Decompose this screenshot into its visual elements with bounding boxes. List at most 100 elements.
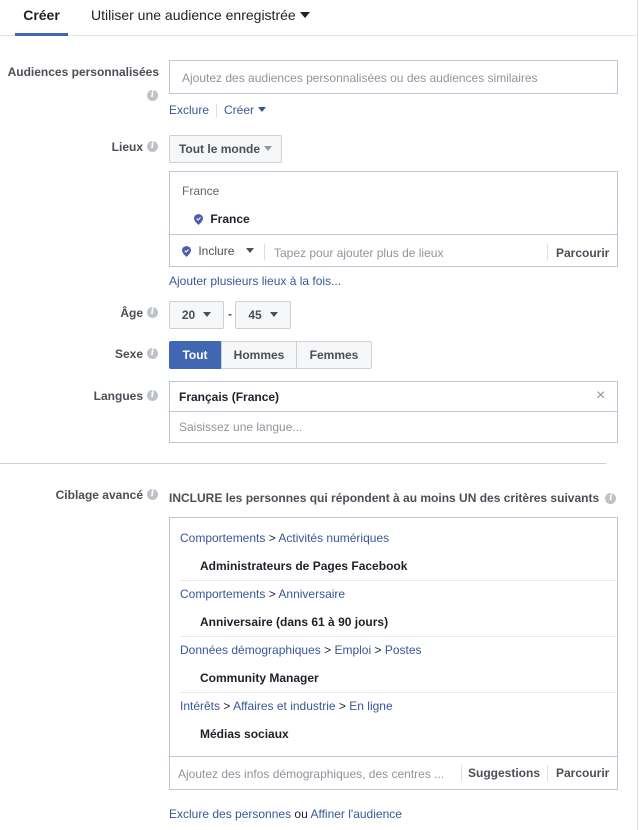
panel-right-border (637, 0, 638, 830)
caret-down-icon (203, 311, 212, 317)
path-separator: > (223, 699, 231, 713)
custom-audiences-actions: Exclure Créer (169, 103, 267, 118)
info-icon[interactable]: i (147, 489, 158, 500)
caret-down-icon (299, 11, 310, 18)
include-text: les personnes qui répondent à au moins U… (222, 491, 600, 505)
tab-saved-audience-label: Utiliser une audience enregistrée (91, 7, 296, 23)
gender-option-women[interactable]: Femmes (296, 341, 372, 369)
include-exclude-dropdown[interactable]: Inclure (182, 244, 254, 258)
info-icon[interactable]: i (147, 307, 158, 318)
age-max-dropdown[interactable]: 45 (235, 301, 291, 329)
criterion-divider (180, 580, 617, 581)
criterion-divider (180, 692, 617, 693)
selected-location-name: France (210, 212, 250, 226)
detailed-targeting-search-input[interactable]: Ajoutez des infos démographiques, des ce… (178, 767, 444, 781)
selected-location: France (194, 212, 250, 226)
info-icon[interactable]: i (147, 90, 158, 101)
criterion-path: Comportements > Anniversaire (180, 587, 345, 601)
criterion-path-link[interactable]: Affaires et industrie (233, 699, 336, 713)
locations-dropdown[interactable]: Tout le monde (169, 135, 282, 163)
remove-language-icon[interactable]: × (596, 387, 605, 405)
suggestions-button[interactable]: Suggestions (468, 766, 540, 780)
criterion-path-link[interactable]: En ligne (349, 699, 392, 713)
browse-locations-button[interactable]: Parcourir (556, 246, 609, 260)
info-icon[interactable]: i (147, 141, 158, 152)
exclude-audience-link[interactable]: Exclure (169, 103, 209, 117)
browse-targeting-button[interactable]: Parcourir (556, 766, 609, 780)
criterion-path-link[interactable]: Données démographiques (180, 643, 321, 657)
age-min-value: 20 (181, 308, 196, 322)
gender-label: Sexe (114, 347, 143, 361)
locations-dropdown-value: Tout le monde (178, 142, 261, 156)
path-separator: > (324, 643, 332, 657)
separator (547, 244, 548, 260)
criterion-path: Intérêts > Affaires et industrie > En li… (180, 699, 393, 713)
path-separator: > (338, 699, 346, 713)
create-audience-link[interactable]: Créer (224, 103, 267, 117)
location-pin-icon (182, 246, 191, 258)
separator (547, 765, 548, 781)
gender-option-men[interactable]: Hommes (221, 341, 297, 369)
custom-audiences-label: Audiences personnalisées (7, 65, 159, 79)
separator (216, 103, 218, 118)
info-icon[interactable]: i (147, 390, 158, 401)
detailed-targeting-box: Comportements > Activités numériques Adm… (169, 517, 618, 790)
location-group-header: France (182, 184, 220, 198)
criterion-path-link[interactable]: Comportements (180, 587, 265, 601)
criterion-path-link[interactable]: Activités numériques (278, 531, 389, 545)
info-icon[interactable]: i (147, 348, 158, 359)
criterion-path-link[interactable]: Anniversaire (278, 587, 345, 601)
criterion-path: Données démographiques > Emploi > Postes (180, 643, 422, 657)
criterion-path: Comportements > Activités numériques (180, 531, 389, 545)
caret-down-icon (245, 247, 254, 253)
tab-saved-audience[interactable]: Utiliser une audience enregistrée (91, 0, 310, 36)
path-separator: > (268, 531, 276, 545)
caret-down-icon (269, 311, 278, 317)
tab-create-label: Créer (23, 7, 60, 23)
locations-box: France France Inclure Tapez pour ajouter… (169, 171, 618, 267)
exclude-people-link[interactable]: Exclure des personnes (169, 807, 291, 821)
languages-box: Français (France) × Saisissez une langue… (169, 381, 618, 443)
criterion-item: Community Manager (200, 671, 319, 685)
languages-label: Langues (93, 389, 143, 403)
section-divider (0, 463, 606, 464)
age-min-dropdown[interactable]: 20 (169, 301, 224, 329)
language-search-input[interactable]: Saisissez une langue... (179, 420, 302, 434)
custom-audiences-input[interactable]: Ajoutez des audiences personnalisées ou … (169, 60, 618, 94)
or-text: ou (294, 807, 308, 821)
criterion-divider (180, 636, 617, 637)
age-label: Âge (120, 306, 143, 320)
divider (170, 756, 617, 757)
location-pin-icon (194, 214, 203, 226)
separator (461, 765, 462, 781)
narrow-audience-link[interactable]: Affiner l'audience (310, 807, 401, 821)
selected-language: Français (France) (179, 390, 280, 404)
divider (170, 234, 617, 235)
locations-label: Lieux (111, 140, 143, 154)
bulk-locations-link[interactable]: Ajouter plusieurs lieux à la fois... (169, 274, 341, 288)
create-audience-label: Créer (224, 103, 255, 117)
info-icon[interactable]: i (605, 493, 617, 505)
divider (170, 411, 617, 412)
gender-option-all[interactable]: Tout (169, 341, 221, 369)
path-separator: > (268, 587, 276, 601)
criterion-item: Administrateurs de Pages Facebook (200, 559, 408, 573)
criterion-item: Anniversaire (dans 61 à 90 jours) (200, 615, 389, 629)
tab-create[interactable]: Créer (15, 0, 68, 36)
include-value: Inclure (198, 244, 235, 258)
detailed-targeting-label: Ciblage avancé (55, 488, 143, 502)
targeting-actions: Exclure des personnes ou Affiner l'audie… (169, 807, 402, 821)
criterion-path-link[interactable]: Intérêts (180, 699, 220, 713)
include-criteria-heading: INCLURE les personnes qui répondent à au… (169, 491, 617, 505)
location-search-input[interactable]: Tapez pour ajouter plus de lieux (274, 246, 443, 260)
custom-audiences-placeholder: Ajoutez des audiences personnalisées ou … (182, 71, 538, 85)
age-separator: - (228, 307, 232, 321)
criterion-path-link[interactable]: Emploi (334, 643, 371, 657)
audience-tabs: Créer Utiliser une audience enregistrée (0, 0, 637, 36)
criterion-path-link[interactable]: Comportements (180, 531, 265, 545)
caret-down-icon (258, 106, 267, 112)
caret-down-icon (264, 145, 273, 151)
criterion-item: Médias sociaux (200, 727, 289, 741)
include-prefix: INCLURE (169, 491, 223, 505)
criterion-path-link[interactable]: Postes (385, 643, 422, 657)
